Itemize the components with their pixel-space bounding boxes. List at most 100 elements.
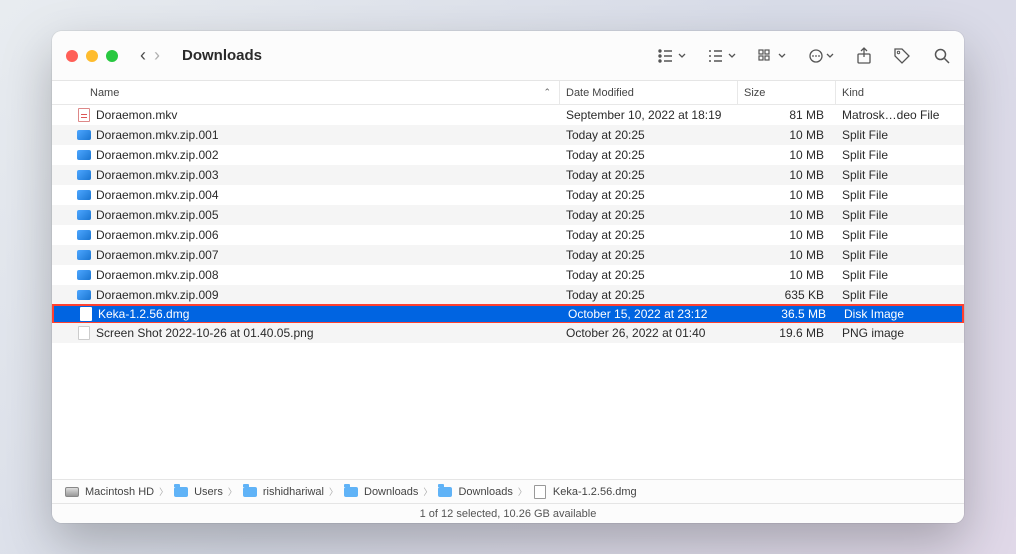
file-date: Today at 20:25 — [560, 188, 738, 202]
file-size: 10 MB — [738, 268, 836, 282]
file-size: 19.6 MB — [738, 326, 836, 340]
file-row[interactable]: Doraemon.mkv.zip.005 Today at 20:2510 MBS… — [52, 205, 964, 225]
file-row[interactable]: Doraemon.mkv.zip.007Today at 20:2510 MBS… — [52, 245, 964, 265]
breadcrumb-label: Users — [194, 486, 223, 498]
file-name: Doraemon.mkv.zip.002 — [96, 148, 219, 162]
video-file-icon — [76, 107, 92, 123]
breadcrumb-item[interactable]: Downloads — [343, 484, 418, 500]
arrange-button[interactable] — [758, 49, 786, 63]
file-date: Today at 20:25 — [560, 288, 738, 302]
file-date: October 26, 2022 at 01:40 — [560, 326, 738, 340]
column-name[interactable]: Name ⌃ — [52, 81, 560, 104]
file-size: 10 MB — [738, 188, 836, 202]
dmg-file-icon — [78, 306, 94, 322]
file-row[interactable]: Doraemon.mkv.zip.006 Today at 20:2510 MBS… — [52, 225, 964, 245]
file-kind: Split File — [836, 228, 964, 242]
breadcrumb-separator: 〉 — [518, 485, 527, 498]
file-kind: Split File — [836, 208, 964, 222]
folder-icon — [173, 484, 189, 500]
breadcrumb-item[interactable]: Keka-1.2.56.dmg — [532, 484, 637, 500]
split-file-icon — [76, 227, 92, 243]
file-row[interactable]: Doraemon.mkv.zip.003Today at 20:2510 MBS… — [52, 165, 964, 185]
nav-buttons: ‹ › — [140, 45, 160, 66]
forward-button[interactable]: › — [154, 45, 160, 66]
file-name: Doraemon.mkv.zip.001 — [96, 128, 219, 142]
tags-button[interactable] — [894, 48, 912, 64]
split-file-icon — [76, 247, 92, 263]
file-kind: Split File — [836, 168, 964, 182]
file-row[interactable]: Doraemon.mkv.zip.008Today at 20:2510 MBS… — [52, 265, 964, 285]
file-size: 10 MB — [738, 208, 836, 222]
view-list-button[interactable] — [658, 49, 686, 63]
breadcrumb-label: Macintosh HD — [85, 486, 154, 498]
column-date[interactable]: Date Modified — [560, 81, 738, 104]
breadcrumb-item[interactable]: Downloads — [437, 484, 512, 500]
breadcrumb-separator: 〉 — [329, 485, 338, 498]
window-title: Downloads — [182, 47, 262, 64]
status-text: 1 of 12 selected, 10.26 GB available — [420, 508, 597, 520]
file-size: 10 MB — [738, 128, 836, 142]
sort-indicator-icon: ⌃ — [543, 87, 551, 98]
breadcrumb-separator: 〉 — [228, 485, 237, 498]
chevron-down-icon — [826, 52, 834, 60]
status-bar: 1 of 12 selected, 10.26 GB available — [52, 503, 964, 523]
split-file-icon — [76, 207, 92, 223]
folder-icon — [437, 484, 453, 500]
folder-icon — [343, 484, 359, 500]
file-row[interactable]: Doraemon.mkv.zip.009Today at 20:25635 KB… — [52, 285, 964, 305]
file-date: September 10, 2022 at 18:19 — [560, 108, 738, 122]
file-row[interactable]: Doraemon.mkv September 10, 2022 at 18:198… — [52, 105, 964, 125]
file-name: Doraemon.mkv.zip.005 — [96, 208, 219, 222]
file-kind: Matrosk…deo File — [836, 108, 964, 122]
file-name: Doraemon.mkv.zip.007 — [96, 248, 219, 262]
file-date: Today at 20:25 — [560, 148, 738, 162]
column-kind[interactable]: Kind — [836, 81, 964, 104]
file-size: 10 MB — [738, 248, 836, 262]
share-button[interactable] — [856, 47, 872, 65]
file-list[interactable]: Doraemon.mkv September 10, 2022 at 18:198… — [52, 105, 964, 479]
group-button[interactable] — [708, 49, 736, 63]
split-file-icon — [76, 167, 92, 183]
chevron-down-icon — [678, 52, 686, 60]
file-name: Doraemon.mkv.zip.009 — [96, 288, 219, 302]
path-bar: Macintosh HD 〉 Users 〉 rishidhariwal 〉 Downloa… — [52, 479, 964, 503]
breadcrumb-label: Keka-1.2.56.dmg — [553, 486, 637, 498]
file-row[interactable]: Keka-1.2.56.dmgOctober 15, 2022 at 23:12… — [52, 304, 964, 324]
file-name: Doraemon.mkv.zip.003 — [96, 168, 219, 182]
file-size: 81 MB — [738, 108, 836, 122]
split-file-icon — [76, 147, 92, 163]
file-kind: Disk Image — [838, 307, 962, 321]
file-name: Keka-1.2.56.dmg — [98, 307, 189, 321]
minimize-button[interactable] — [86, 50, 98, 62]
file-row[interactable]: Doraemon.mkv.zip.004Today at 20:2510 MBS… — [52, 185, 964, 205]
breadcrumb-label: rishidhariwal — [263, 486, 324, 498]
breadcrumb-label: Downloads — [364, 486, 418, 498]
action-button[interactable] — [808, 48, 834, 64]
harddrive-icon — [64, 484, 80, 500]
finder-window: ‹ › Downloads — [52, 31, 964, 523]
breadcrumb-separator: 〉 — [423, 485, 432, 498]
file-date: Today at 20:25 — [560, 208, 738, 222]
split-file-icon — [76, 287, 92, 303]
close-button[interactable] — [66, 50, 78, 62]
breadcrumb-item[interactable]: Users — [173, 484, 223, 500]
file-row[interactable]: Doraemon.mkv.zip.001Today at 20:2510 MBS… — [52, 125, 964, 145]
back-button[interactable]: ‹ — [140, 45, 146, 66]
maximize-button[interactable] — [106, 50, 118, 62]
file-kind: Split File — [836, 128, 964, 142]
column-headers: Name ⌃ Date Modified Size Kind — [52, 81, 964, 105]
file-row[interactable]: Doraemon.mkv.zip.002Today at 20:2510 MBS… — [52, 145, 964, 165]
file-name: Doraemon.mkv — [96, 108, 177, 122]
breadcrumb-item[interactable]: rishidhariwal — [242, 484, 324, 500]
file-name: Doraemon.mkv.zip.006 — [96, 228, 219, 242]
file-date: Today at 20:25 — [560, 228, 738, 242]
column-size[interactable]: Size — [738, 81, 836, 104]
file-size: 10 MB — [738, 228, 836, 242]
file-name: Doraemon.mkv.zip.008 — [96, 268, 219, 282]
titlebar: ‹ › Downloads — [52, 31, 964, 81]
search-button[interactable] — [934, 48, 950, 64]
file-kind: Split File — [836, 288, 964, 302]
file-row[interactable]: Screen Shot 2022-10-26 at 01.40.05.pngOc… — [52, 323, 964, 343]
folder-icon — [242, 484, 258, 500]
breadcrumb-item[interactable]: Macintosh HD — [64, 484, 154, 500]
